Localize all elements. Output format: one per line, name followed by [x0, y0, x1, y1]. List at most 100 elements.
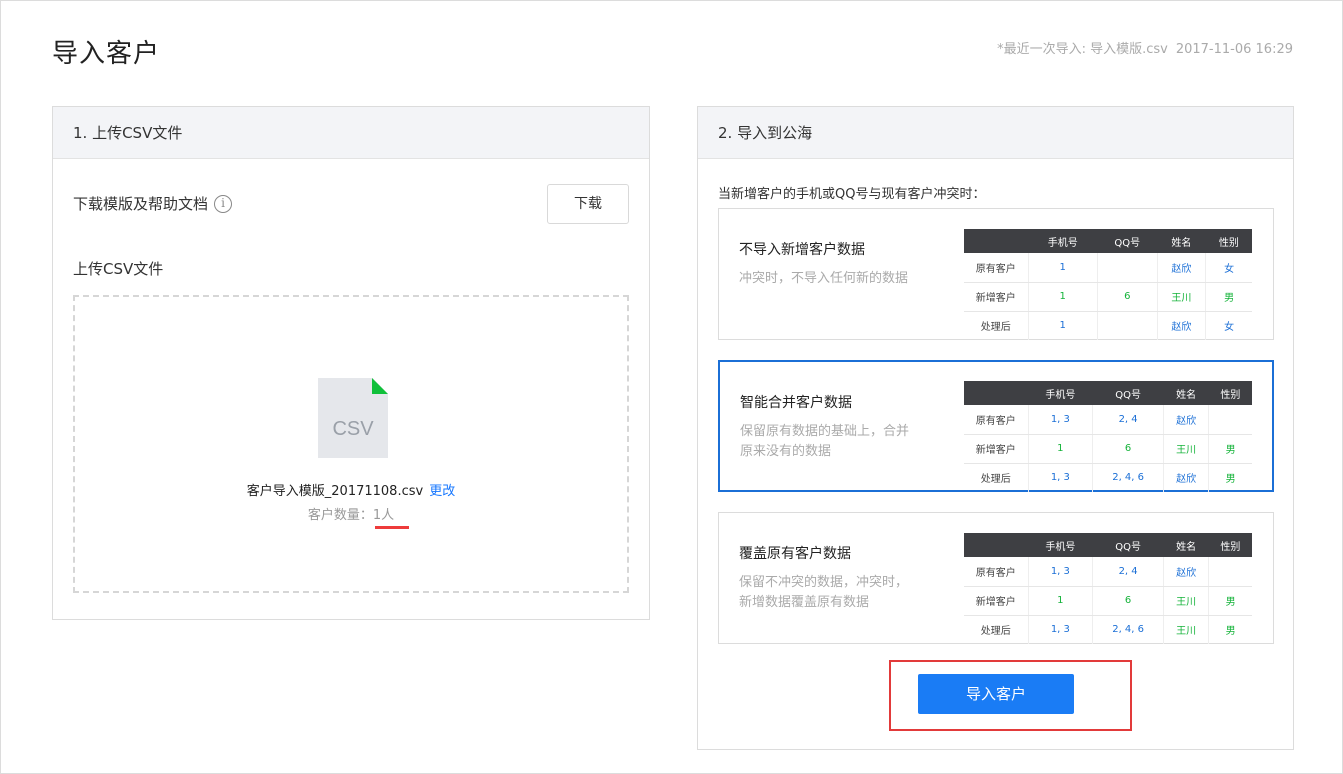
comparison-col-header: 手机号 [1028, 229, 1098, 253]
customer-count-underline [375, 526, 409, 529]
comparison-col-header: QQ号 [1092, 381, 1164, 405]
comparison-cell-phone: 1 [1028, 282, 1098, 312]
comparison-row: 处理后 1 赵欣 女 [964, 311, 1252, 340]
comparison-col-header: QQ号 [1097, 229, 1158, 253]
change-file-link[interactable]: 更改 [429, 484, 455, 499]
comparison-cell-gender: 男 [1225, 474, 1236, 486]
upload-panel-header: 1. 上传CSV文件 [53, 107, 649, 159]
comparison-cell-gender: 男 [1208, 434, 1252, 464]
import-customers-button[interactable]: 导入客户 [918, 674, 1074, 714]
import-option-title: 覆盖原有客户数据 [739, 546, 851, 562]
uploaded-file-row: 客户导入模版_20171108.csv 更改 [75, 480, 627, 499]
last-import-info: *最近一次导入: 导入模版.csv 2017-11-06 16:29 [997, 38, 1293, 57]
comparison-cell-gender: 男 [1225, 626, 1236, 638]
import-panel-header: 2. 导入到公海 [698, 107, 1293, 159]
comparison-row-label: 处理后 [964, 311, 1029, 340]
comparison-row: 处理后 1, 3 2, 4, 6 赵欣 男 [964, 463, 1252, 492]
import-option-1[interactable]: 智能合并客户数据 保留原有数据的基础上，合并原来没有的数据 手机号 QQ号 姓名 性别 原有… [718, 360, 1274, 492]
comparison-col-header: QQ号 [1092, 533, 1164, 557]
comparison-table: 手机号 QQ号 姓名 性别 原有客户 1, 3 2, 4 赵欣 新增客户 1 6 王川男处理后 1, 3… [964, 381, 1252, 492]
comparison-row: 原有客户 1, 3 2, 4 赵欣 [964, 557, 1252, 587]
csv-dropzone[interactable]: CSV 客户导入模版_20171108.csv 更改 客户数量：1人 [73, 295, 629, 593]
import-option-desc: 冲突时，不导入任何新的数据 [739, 271, 909, 286]
comparison-row: 原有客户 1 赵欣女 [964, 253, 1252, 283]
csv-file-corner [372, 378, 388, 394]
import-option-desc: 保留原有数据的基础上，合并原来没有的数据 [740, 424, 910, 459]
customer-count-value: 1人 [372, 508, 395, 523]
comparison-cell-phone: 1 [1028, 311, 1098, 340]
comparison-col-header: 姓名 [1163, 533, 1209, 557]
comparison-cell-gender: 男 [1208, 586, 1252, 616]
comparison-col-header: 性别 [1208, 533, 1252, 557]
comparison-col-header: 姓名 [1163, 381, 1209, 405]
download-template-row: 下载模版及帮助文档 i [73, 193, 233, 214]
comparison-cell-qq: 2, 4 [1092, 557, 1165, 587]
import-panel: 2. 导入到公海 当新增客户的手机或QQ号与现有客户冲突时： 不导入新增客户数据… [697, 106, 1294, 750]
comparison-cell-gender: 女 [1224, 322, 1235, 334]
upload-panel: 1. 上传CSV文件 下载模版及帮助文档 i 下载 上传CSV文件 CSV 客户… [52, 106, 650, 620]
import-option-desc: 保留不冲突的数据，冲突时，新增数据覆盖原有数据 [739, 575, 909, 610]
upload-csv-label: 上传CSV文件 [73, 260, 164, 278]
comparison-cell-gender [1208, 557, 1252, 587]
comparison-cell-phone: 1, 3 [1028, 405, 1094, 435]
comparison-row-label: 原有客户 [964, 253, 1029, 283]
csv-file-icon-text: CSV [332, 418, 374, 440]
download-template-label: 下载模版及帮助文档 [73, 195, 209, 213]
comparison-cell-qq: 2, 4 [1092, 405, 1165, 435]
comparison-row-label: 新增客户 [964, 282, 1029, 312]
conflict-note: 当新增客户的手机或QQ号与现有客户冲突时： [718, 187, 986, 202]
comparison-row-label: 处理后 [964, 463, 1029, 492]
comparison-col-header [964, 533, 1028, 557]
comparison-cell-name: 赵欣 [1157, 311, 1207, 340]
comparison-cell-name: 赵欣 [1157, 253, 1207, 283]
page-title: 导入客户 [52, 39, 161, 69]
comparison-cell-name: 王川 [1163, 586, 1210, 616]
comparison-row-label: 新增客户 [964, 586, 1029, 616]
comparison-col-header: 姓名 [1157, 229, 1206, 253]
comparison-col-header: 性别 [1205, 229, 1252, 253]
import-option-title: 智能合并客户数据 [740, 395, 852, 411]
comparison-row: 新增客户 1 6 王川男 [964, 282, 1252, 312]
comparison-cell-name: 王川 [1157, 282, 1207, 312]
comparison-cell-name: 王川 [1163, 434, 1210, 464]
comparison-row: 原有客户 1, 3 2, 4 赵欣 [964, 405, 1252, 435]
comparison-cell-qq: 6 [1092, 434, 1165, 464]
comparison-cell-qq [1097, 253, 1158, 283]
comparison-cell-name: 赵欣 [1163, 463, 1210, 492]
comparison-cell-phone: 1, 3 [1028, 557, 1094, 587]
comparison-row: 处理后 1, 3 2, 4, 6 王川 男 [964, 615, 1252, 644]
comparison-cell-gender: 女 [1205, 253, 1252, 283]
import-option-0[interactable]: 不导入新增客户数据 冲突时，不导入任何新的数据 手机号 QQ号 姓名 性别 原有客户 1 赵欣女… [718, 208, 1274, 340]
comparison-cell-qq: 2, 4, 6 [1092, 615, 1165, 644]
last-import-time: 2017-11-06 16:29 [1175, 42, 1293, 57]
comparison-table: 手机号 QQ号 姓名 性别 原有客户 1, 3 2, 4 赵欣 新增客户 1 6 王川男处理后 1, 3… [964, 533, 1252, 644]
comparison-table: 手机号 QQ号 姓名 性别 原有客户 1 赵欣女新增客户 1 6 王川男处理后 1 赵欣女 [964, 229, 1252, 340]
comparison-cell-phone: 1 [1028, 434, 1094, 464]
comparison-col-header [964, 381, 1028, 405]
comparison-row-label: 处理后 [964, 615, 1029, 644]
import-option-title: 不导入新增客户数据 [739, 242, 865, 258]
comparison-cell-gender: 男 [1205, 282, 1252, 312]
comparison-cell-phone: 1 [1028, 253, 1098, 283]
comparison-cell-phone: 1 [1028, 586, 1094, 616]
customer-count-row: 客户数量：1人 [75, 504, 627, 523]
comparison-cell-qq: 6 [1092, 586, 1165, 616]
comparison-cell-phone: 1, 3 [1028, 463, 1094, 492]
comparison-row: 新增客户 1 6 王川男 [964, 434, 1252, 464]
comparison-cell-gender [1208, 405, 1252, 435]
comparison-cell-name: 王川 [1163, 615, 1210, 644]
comparison-cell-qq: 6 [1097, 282, 1158, 312]
customer-count-label: 客户数量： [307, 508, 373, 523]
comparison-row-label: 新增客户 [964, 434, 1029, 464]
comparison-cell-phone: 1, 3 [1028, 615, 1094, 644]
comparison-col-header [964, 229, 1028, 253]
import-option-2[interactable]: 覆盖原有客户数据 保留不冲突的数据，冲突时，新增数据覆盖原有数据 手机号 QQ号 姓名性… [718, 512, 1274, 644]
info-icon[interactable]: i [214, 194, 233, 213]
comparison-row-label: 原有客户 [964, 405, 1029, 435]
comparison-row: 新增客户 1 6 王川男 [964, 586, 1252, 616]
download-button[interactable]: 下载 [547, 184, 629, 224]
comparison-cell-name: 赵欣 [1163, 557, 1210, 587]
uploaded-file-name: 客户导入模版_20171108.csv [246, 484, 424, 499]
comparison-col-header: 手机号 [1028, 381, 1093, 405]
comparison-row-label: 原有客户 [964, 557, 1029, 587]
